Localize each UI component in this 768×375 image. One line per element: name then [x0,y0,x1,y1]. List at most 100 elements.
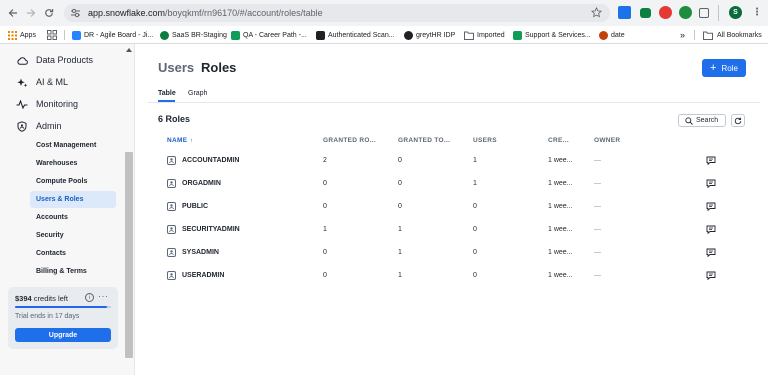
column-header-granted-roles[interactable]: GRANTED RO... [323,137,376,144]
url-text: app.snowflake.com/boyqkmf/rn96170/#/acco… [88,8,323,18]
browser-menu-button[interactable]: ⋮ [752,6,762,20]
plus-icon: + [710,61,717,74]
shield-icon [17,120,27,132]
extension-record-icon[interactable] [659,6,672,19]
role-name[interactable]: SECURITYADMIN [182,226,240,233]
role-name[interactable]: USERADMIN [182,272,224,279]
role-name[interactable]: SYSADMIN [182,249,219,256]
bookmark-divider [694,30,695,40]
address-bar[interactable]: app.snowflake.com/boyqkmf/rn96170/#/acco… [64,4,610,22]
refresh-icon [734,117,742,124]
created-date: 1 wee... [548,180,573,187]
back-button[interactable] [6,6,20,20]
nav-ai-ml[interactable]: AI & ML [16,74,68,90]
comment-icon[interactable] [706,225,716,234]
bookmark-imported[interactable]: Imported [464,29,505,41]
nav-accounts[interactable]: Accounts [30,209,116,226]
nav-admin[interactable]: Admin [16,118,62,134]
granted-to-count: 1 [398,249,402,256]
sidebar: Data Products AI & ML Monitoring Admin C… [0,44,135,375]
comment-icon[interactable] [706,271,716,280]
comment-icon[interactable] [706,179,716,188]
bookmark-support[interactable]: Support & Services... [513,29,591,41]
role-icon [167,156,176,165]
role-name[interactable]: PUBLIC [182,203,208,210]
folder-icon [703,31,713,40]
nav-data-products[interactable]: Data Products [16,52,93,68]
role-icon [167,225,176,234]
column-header-name[interactable]: NAME ↑ [167,137,193,144]
column-header-owner[interactable]: OWNER [594,137,620,144]
nav-warehouses[interactable]: Warehouses [30,155,116,172]
extension-docs-icon[interactable] [618,6,631,19]
more-bookmarks-button[interactable]: » [680,29,685,41]
scroll-thumb[interactable] [125,152,133,358]
role-icon [167,179,176,188]
bookmark-saas[interactable]: SaaS BR-Staging [160,29,227,41]
nav-contacts[interactable]: Contacts [30,245,116,262]
browser-toolbar: app.snowflake.com/boyqkmf/rn96170/#/acco… [0,0,768,26]
apps-grid-icon [8,30,17,40]
column-header-granted-to[interactable]: GRANTED TO... [398,137,450,144]
refresh-button[interactable] [731,114,745,127]
reload-button[interactable] [42,6,56,20]
nav-monitoring[interactable]: Monitoring [16,96,78,112]
bookmark-auth-scan[interactable]: Authenticated Scan... [316,29,395,41]
site-settings-icon[interactable] [70,8,81,18]
breadcrumb-users[interactable]: Users [158,60,194,75]
granted-roles-count: 0 [323,180,327,187]
bookmark-apps[interactable]: Apps [8,29,36,41]
nav-billing-terms[interactable]: Billing & Terms [30,263,116,280]
table-row[interactable]: SECURITYADMIN 1 1 0 1 wee... — [148,219,760,242]
info-icon[interactable]: i [85,293,94,302]
extension-grammar-icon[interactable] [679,6,692,19]
search-button[interactable]: Search [678,114,726,127]
granted-roles-count: 0 [323,249,327,256]
owner-value: — [594,180,601,187]
table-row[interactable]: ORGADMIN 0 0 1 1 wee... — [148,173,760,196]
column-header-created[interactable]: CRE... [548,137,569,144]
profile-avatar[interactable]: S [729,6,742,19]
all-bookmarks[interactable]: All Bookmarks [703,29,762,41]
bookmark-star-icon[interactable] [591,7,602,18]
table-row[interactable]: USERADMIN 0 1 0 1 wee... — [148,265,760,288]
extension-meet-icon[interactable] [640,8,651,18]
nav-users-roles[interactable]: Users & Roles [30,191,116,208]
column-header-users[interactable]: USERS [473,137,497,144]
tabs-divider [148,102,760,103]
tab-table[interactable]: Table [158,90,176,97]
forward-button[interactable] [24,6,38,20]
bookmark-greythr[interactable]: greytHR IDP [404,29,455,41]
users-count: 0 [473,249,477,256]
sparkle-icon [16,78,27,87]
jira-icon [72,30,81,40]
reload-icon [45,9,54,17]
bookmark-date[interactable]: date [599,29,625,41]
bookmarks-bar: Apps DR - Agile Board - Ji... SaaS BR-St… [0,26,768,44]
table-row[interactable]: PUBLIC 0 0 0 1 wee... — [148,196,760,219]
table-row[interactable]: SYSADMIN 0 1 0 1 wee... — [148,242,760,265]
nav-cost-management[interactable]: Cost Management [30,137,116,154]
avatar-icon [599,30,608,40]
comment-icon[interactable] [706,202,716,211]
table-row[interactable]: ACCOUNTADMIN 2 0 1 1 wee... — [148,150,760,173]
add-role-button[interactable]: + Role [702,59,746,77]
bookmark-jira[interactable]: DR - Agile Board - Ji... [72,29,153,41]
role-name[interactable]: ORGADMIN [182,180,221,187]
sidebar-scrollbar[interactable] [124,44,134,375]
bookmark-grid[interactable] [47,29,57,41]
nav-compute-pools[interactable]: Compute Pools [30,173,116,190]
credits-panel: $394 credits left i ··· Trial ends in 17… [8,287,118,349]
tab-graph[interactable]: Graph [188,90,207,97]
bookmark-qa[interactable]: QA - Career Path -... [231,29,307,41]
granted-roles-count: 0 [323,272,327,279]
credits-left: $394 credits left [15,294,68,303]
comment-icon[interactable] [706,248,716,257]
comment-icon[interactable] [706,156,716,165]
nav-security[interactable]: Security [30,227,116,244]
upgrade-button[interactable]: Upgrade [15,328,111,342]
more-options-button[interactable]: ··· [98,291,109,301]
role-name[interactable]: ACCOUNTADMIN [182,157,239,164]
scroll-up-arrow-icon[interactable] [126,48,132,52]
extensions-puzzle-icon[interactable] [699,8,709,18]
